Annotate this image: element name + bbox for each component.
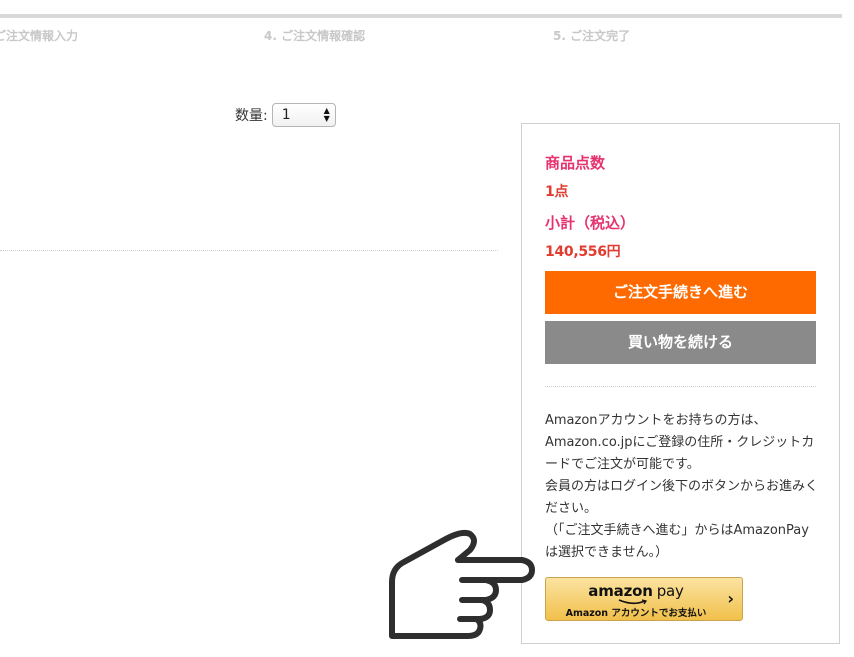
step-order-info-input: ご注文情報入力	[0, 29, 79, 43]
item-count-label: 商品点数	[545, 154, 606, 172]
amazon-note-line-3: （「ご注文手続きへ進む」からはAmazonPayは選択できません。）	[545, 523, 809, 560]
step-order-complete: 5. ご注文完了	[553, 29, 631, 43]
amazon-pay-subtitle: Amazon アカウントでお支払い	[565, 608, 707, 619]
amazon-pay-note: Amazonアカウントをお持ちの方は、Amazon.co.jpにご登録の住所・ク…	[545, 410, 820, 564]
chevron-right-icon: ›	[727, 589, 734, 608]
amazon-pay-word: pay	[656, 582, 684, 600]
quantity-label: 数量:	[235, 108, 268, 124]
cart-page: ご注文情報入力 4. ご注文情報確認 5. ご注文完了 数量: 1 ▲ ▼ 商品点…	[0, 0, 854, 657]
amazon-pay-logo: amazon pay	[546, 582, 726, 600]
quantity-select[interactable]: 1 ▲ ▼	[271, 103, 336, 127]
amazon-note-line-2: 会員の方はログイン後下のボタンからお進みください。	[545, 479, 819, 516]
subtotal-label: 小計（税込）	[545, 214, 636, 232]
amazon-pay-button[interactable]: amazon pay Amazon アカウントでお支払い ›	[545, 577, 743, 621]
subtotal-value: 140,556円	[545, 244, 621, 260]
hand-pointing-right-icon	[389, 529, 535, 639]
quantity-control: 数量: 1 ▲ ▼	[235, 103, 336, 127]
amazon-pay-brand: amazon	[588, 582, 653, 600]
continue-shopping-button[interactable]: 買い物を続ける	[545, 321, 816, 364]
order-summary-panel: 商品点数 1点 小計（税込） 140,556円 ご注文手続きへ進む 買い物を続け…	[521, 123, 840, 644]
step-order-confirm: 4. ご注文情報確認	[264, 29, 366, 43]
select-updown-icon: ▲ ▼	[323, 106, 330, 123]
amazon-note-line-1: Amazonアカウントをお持ちの方は、Amazon.co.jpにご登録の住所・ク…	[545, 413, 815, 472]
item-divider	[0, 250, 498, 251]
checkout-progress-bar	[0, 14, 842, 18]
checkout-button[interactable]: ご注文手続きへ進む	[545, 271, 816, 314]
item-count-value: 1点	[545, 184, 569, 200]
summary-divider	[545, 386, 816, 387]
quantity-value: 1	[281, 107, 291, 123]
